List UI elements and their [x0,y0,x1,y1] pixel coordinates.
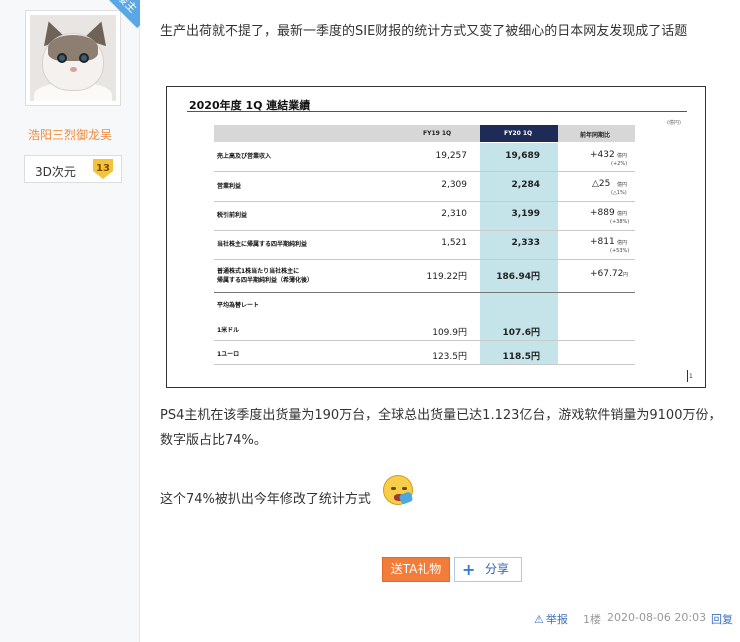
cell-fy19: 109.9円 [432,328,467,338]
header-yoy: 前年同期比 [580,132,611,139]
row-label: 1ユーロ [217,351,240,358]
cell-fy20: 107.6円 [502,328,540,338]
row-label: 当社株主に帰属する四半期純利益 [217,241,308,248]
row-label: 税引前利益 [217,212,248,219]
level-badge-icon: 13 [93,159,113,179]
cell-fy19: 119.22円 [426,272,468,282]
table-unit: (億円) [667,120,681,126]
author-badge: 楼主 [101,0,140,29]
cell-fy20: 118.5円 [502,352,540,362]
post-paragraph-3: 这个74%被扒出今年修改了统计方式 [160,492,371,507]
cell-diff: +67.72 [590,269,624,279]
level-name: 3D次元 [35,165,76,179]
cell-fy19: 1,521 [441,238,467,248]
row-label: 帰属する四半期純利益（希薄化後） [217,277,314,284]
cell-fy20: 19,689 [505,151,540,161]
cell-fy19: 123.5円 [432,352,467,362]
warning-icon: ⚠ [534,613,544,626]
plus-icon: + [462,560,476,579]
cell-fy20: 2,333 [511,238,540,248]
row-label: 1米ドル [217,327,240,334]
send-gift-button[interactable]: 送TA礼物 [382,557,450,582]
share-button[interactable]: + 分享 [454,557,522,582]
report-link[interactable]: ⚠ 举报 [534,611,568,627]
cell-diff: +432 [590,150,615,160]
row-label: 営業利益 [217,183,242,190]
fx-header: 平均為替レート [217,302,260,309]
reply-link[interactable]: 回复 [711,611,733,627]
cell-fy20: 186.94円 [496,272,540,282]
cell-fy20: 3,199 [511,209,540,219]
cell-fy19: 2,309 [441,180,467,190]
row-label: 普通株式1株当たり当社株主に [217,268,300,275]
author-badge-container: 楼主 [0,0,140,60]
post-paragraph-1: 生产出荷就不提了，最新一季度的SIE财报的统计方式又变了被细心的日本网友发现成了… [160,24,688,39]
username-link[interactable]: 浩阳三烈御龙吴 [0,126,140,143]
author-sidebar: 楼主 浩阳三烈御龙吴 3D次元 13 [0,0,140,642]
page-number: 1 [689,373,693,380]
financial-report-image: 2020年度 1Q 連結業績 (億円) FY19 1Q FY20 1Q 前年同期… [166,86,706,388]
share-label: 分享 [485,562,510,576]
cell-fy20: 2,284 [511,180,540,190]
cell-diff: +889 [590,208,615,218]
cell-diff: △25 [592,179,611,189]
post-paragraph-2: PS4主机在该季度出货量为190万台，全球总出货量已达1.123亿台，游戏软件销… [160,408,722,448]
header-fy19: FY19 1Q [423,130,452,137]
floor-number: 1楼 [583,613,601,626]
sneeze-emoji-icon [383,475,414,505]
post-timestamp: 2020-08-06 20:03 [607,611,707,624]
cell-diff: +811 [590,237,615,247]
cell-fy19: 2,310 [441,209,467,219]
row-label: 売上高及び営業収入 [217,153,272,160]
header-fy20: FY20 1Q [504,130,533,137]
cell-fy19: 19,257 [435,151,468,161]
user-level[interactable]: 3D次元 13 [24,155,122,183]
